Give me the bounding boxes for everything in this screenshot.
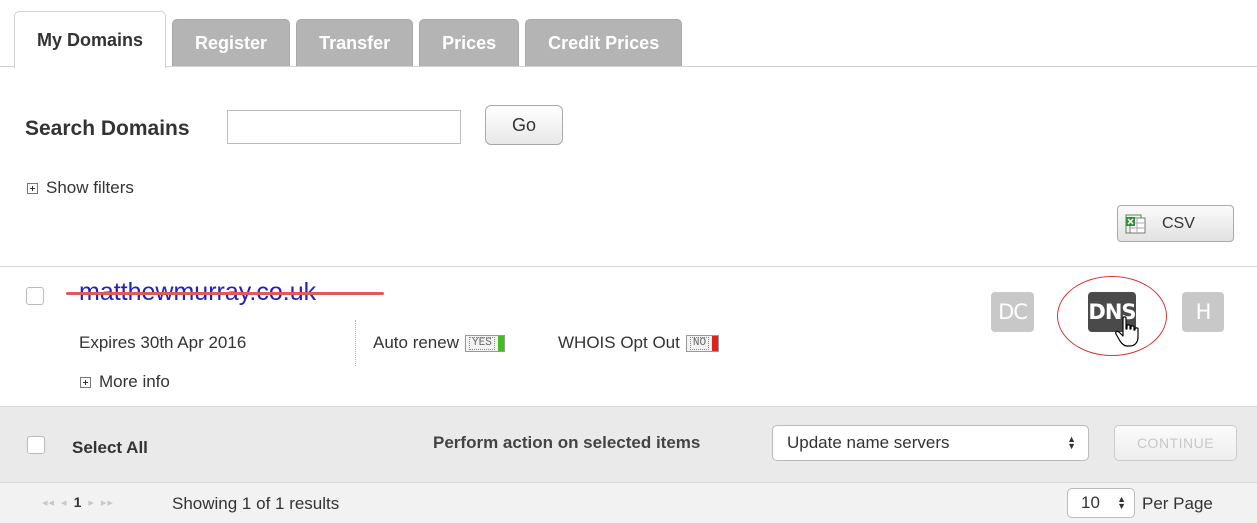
hand-cursor-icon	[1115, 316, 1139, 347]
per-page-value: 10	[1081, 493, 1100, 512]
domain-row-checkbox[interactable]	[26, 287, 44, 305]
expiry-date: Expires 30th Apr 2016	[79, 333, 247, 352]
h-button[interactable]: H	[1182, 292, 1224, 332]
whois-opt-out-value: NO	[689, 336, 710, 350]
section-divider	[0, 266, 1257, 267]
whois-opt-out-setting: WHOIS Opt Out NO	[558, 333, 720, 353]
search-domains-label: Search Domains	[25, 117, 190, 140]
tab-register[interactable]: Register	[172, 19, 291, 67]
row-separator	[355, 320, 356, 366]
action-dropdown-value: Update name servers	[787, 433, 950, 452]
per-page-label: Per Page	[1142, 494, 1213, 513]
continue-button[interactable]: CONTINUE	[1114, 425, 1237, 461]
expand-plus-icon	[80, 376, 91, 388]
next-page-icon[interactable]: ▸	[88, 496, 95, 510]
per-page-dropdown[interactable]: 10 ▲ ▼	[1067, 488, 1135, 518]
tab-credit-prices[interactable]: Credit Prices	[525, 19, 683, 67]
results-count: Showing 1 of 1 results	[172, 494, 340, 513]
last-page-icon[interactable]: ▸▸	[101, 496, 114, 510]
go-button[interactable]: Go	[485, 105, 563, 145]
csv-label: CSV	[1162, 214, 1195, 232]
first-page-icon[interactable]: ◂◂	[42, 496, 55, 510]
csv-export-button[interactable]: CSV	[1117, 205, 1234, 242]
domain-tabs: My Domains Register Transfer Prices Cred…	[14, 11, 683, 68]
prev-page-icon[interactable]: ◂	[61, 496, 68, 510]
action-dropdown[interactable]: Update name servers ▲ ▼	[772, 425, 1089, 461]
tab-transfer[interactable]: Transfer	[296, 19, 414, 67]
select-all-label: Select All	[72, 438, 148, 457]
highlight-circle	[1057, 276, 1167, 356]
more-info-toggle[interactable]: More info	[80, 372, 170, 392]
whois-opt-out-indicator	[712, 335, 719, 351]
tab-my-domains[interactable]: My Domains	[14, 11, 167, 68]
redaction-strike	[66, 292, 384, 295]
dc-button[interactable]: DC	[991, 292, 1034, 332]
auto-renew-value: YES	[469, 336, 495, 350]
show-filters-label: Show filters	[46, 178, 134, 197]
pager: ◂◂ ◂ 1 ▸ ▸▸	[42, 494, 114, 510]
perform-action-label: Perform action on selected items	[433, 433, 701, 452]
more-info-label: More info	[99, 372, 170, 391]
select-all-checkbox[interactable]	[27, 436, 45, 454]
auto-renew-label: Auto renew	[373, 333, 459, 352]
whois-opt-out-toggle[interactable]: NO	[685, 334, 720, 352]
auto-renew-toggle[interactable]: YES	[465, 334, 505, 352]
show-filters-toggle[interactable]: Show filters	[27, 178, 134, 198]
updown-arrows-icon: ▲ ▼	[1067, 434, 1076, 451]
search-domains-input[interactable]	[227, 110, 461, 144]
auto-renew-setting: Auto renew YES	[373, 333, 505, 353]
tab-prices[interactable]: Prices	[419, 19, 520, 67]
tab-baseline	[0, 66, 1257, 67]
expand-plus-icon	[27, 182, 38, 194]
spreadsheet-icon	[1124, 212, 1148, 236]
whois-opt-out-label: WHOIS Opt Out	[558, 333, 680, 352]
auto-renew-indicator	[497, 335, 504, 351]
current-page[interactable]: 1	[74, 494, 83, 510]
updown-arrows-icon: ▲ ▼	[1117, 494, 1126, 511]
